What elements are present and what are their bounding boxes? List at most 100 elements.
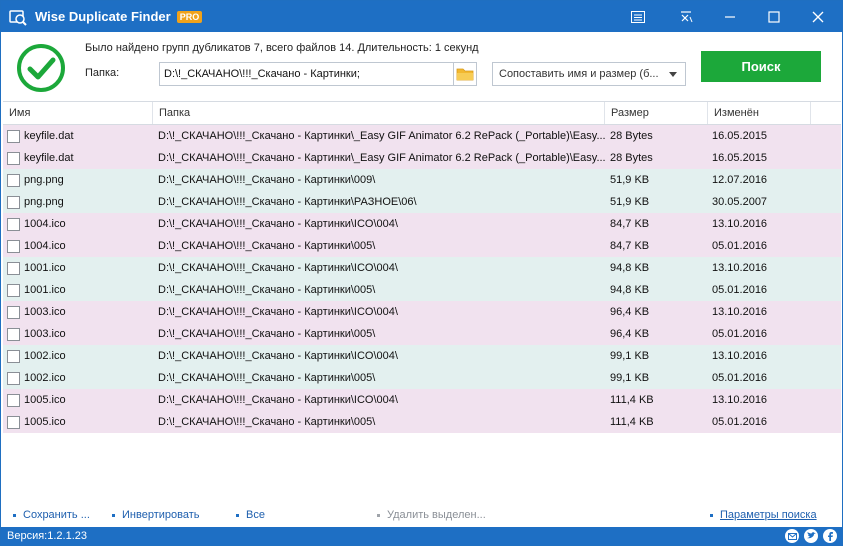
cell-modified: 05.01.2016 [712,284,768,296]
footer-actions: Сохранить ... Инвертировать Все Удалить … [1,506,842,526]
folder-input[interactable] [159,62,454,86]
cell-modified: 13.10.2016 [712,262,768,274]
table-row[interactable]: 1005.ico D:\!_СКАЧАНО\!!!_Скачано - Карти… [3,389,841,411]
row-checkbox[interactable] [7,217,20,231]
row-checkbox[interactable] [7,393,20,407]
file-name: png.png [24,196,64,208]
cell-folder: D:\!_СКАЧАНО\!!!_Скачано - Картинки\005\ [158,328,376,340]
file-name: 1002.ico [24,350,66,362]
cell-name: 1001.ico [3,283,153,297]
match-mode-value: Сопоставить имя и размер (б... [499,68,659,80]
bullet [377,513,380,517]
column-header-folder[interactable]: Папка [153,102,605,124]
cell-modified: 12.07.2016 [712,174,768,186]
cell-folder: D:\!_СКАЧАНО\!!!_Скачано - Картинки\ICO\… [158,394,398,406]
row-checkbox[interactable] [7,371,20,385]
cell-folder: D:\!_СКАЧАНО\!!!_Скачано - Картинки\005\ [158,240,376,252]
cell-modified: 16.05.2015 [712,152,768,164]
cell-folder: D:\!_СКАЧАНО\!!!_Скачано - Картинки\005\ [158,416,376,428]
cell-modified: 05.01.2016 [712,416,768,428]
row-checkbox[interactable] [7,195,20,209]
cell-folder: D:\!_СКАЧАНО\!!!_Скачано - Картинки\005\ [158,284,376,296]
table-row[interactable]: 1005.ico D:\!_СКАЧАНО\!!!_Скачано - Карти… [3,411,841,433]
row-checkbox[interactable] [7,305,20,319]
file-name: 1004.ico [24,218,66,230]
row-checkbox[interactable] [7,151,20,165]
row-checkbox[interactable] [7,349,20,363]
row-checkbox[interactable] [7,415,20,429]
row-checkbox[interactable] [7,283,20,297]
scan-status-text: Было найдено групп дубликатов 7, всего ф… [85,42,479,54]
twitter-icon[interactable] [804,529,818,543]
search-params-link[interactable]: Параметры поиска [710,509,817,521]
row-checkbox[interactable] [7,239,20,253]
table-row[interactable]: keyfile.dat D:\!_СКАЧАНО\!!!_Скачано - Ка… [3,147,841,169]
table-row[interactable]: 1004.ico D:\!_СКАЧАНО\!!!_Скачано - Карти… [3,213,841,235]
chevron-down-icon [669,72,677,77]
save-label: Сохранить ... [23,509,90,521]
facebook-icon[interactable] [823,529,837,543]
cell-name: keyfile.dat [3,129,153,143]
column-header-spacer [811,102,839,124]
table-row[interactable]: 1002.ico D:\!_СКАЧАНО\!!!_Скачано - Карти… [3,345,841,367]
file-name: 1002.ico [24,372,66,384]
cell-folder: D:\!_СКАЧАНО\!!!_Скачано - Картинки\РАЗН… [158,196,417,208]
cell-modified: 16.05.2015 [712,130,768,142]
cell-name: 1001.ico [3,261,153,275]
version-text: Версия:1.2.1.23 [7,530,87,542]
browse-folder-button[interactable] [453,62,477,86]
select-all-label: Все [246,509,265,521]
table-row[interactable]: png.png D:\!_СКАЧАНО\!!!_Скачано - Картин… [3,191,841,213]
cell-name: 1004.ico [3,239,153,253]
column-header-size[interactable]: Размер [605,102,708,124]
checkmark-icon [17,44,65,92]
cell-modified: 30.05.2007 [712,196,768,208]
file-name: 1005.ico [24,394,66,406]
table-row[interactable]: 1002.ico D:\!_СКАЧАНО\!!!_Скачано - Карти… [3,367,841,389]
table-row[interactable]: 1004.ico D:\!_СКАЧАНО\!!!_Скачано - Карти… [3,235,841,257]
match-mode-select[interactable]: Сопоставить имя и размер (б... [492,62,686,86]
maximize-icon [768,10,780,23]
cell-name: png.png [3,173,153,187]
table-body: keyfile.dat D:\!_СКАЧАНО\!!!_Скачано - Ка… [3,125,841,433]
file-name: 1003.ico [24,306,66,318]
table-row[interactable]: 1001.ico D:\!_СКАЧАНО\!!!_Скачано - Карти… [3,279,841,301]
column-header-name[interactable]: Имя [3,102,153,124]
app-title: Wise Duplicate Finder [35,9,171,24]
close-button[interactable] [796,1,840,32]
row-checkbox[interactable] [7,261,20,275]
feedback-button[interactable] [664,1,708,32]
mail-icon[interactable] [785,529,799,543]
cell-size: 51,9 KB [610,174,650,186]
table-row[interactable]: 1001.ico D:\!_СКАЧАНО\!!!_Скачано - Карти… [3,257,841,279]
cell-size: 111,4 KB [610,394,654,406]
invert-button[interactable]: Инвертировать [112,509,199,521]
row-checkbox[interactable] [7,327,20,341]
status-bar: Версия:1.2.1.23 [1,527,842,545]
file-name: keyfile.dat [24,130,74,142]
table-row[interactable]: 1003.ico D:\!_СКАЧАНО\!!!_Скачано - Карти… [3,301,841,323]
table-row[interactable]: 1003.ico D:\!_СКАЧАНО\!!!_Скачано - Карти… [3,323,841,345]
save-button[interactable]: Сохранить ... [13,509,90,521]
maximize-button[interactable] [752,1,796,32]
delete-selected-button[interactable]: Удалить выделен... [377,509,486,521]
cell-modified: 05.01.2016 [712,240,768,252]
minimize-button[interactable] [708,1,752,32]
cell-size: 99,1 KB [610,372,650,384]
cell-size: 28 Bytes [610,130,653,142]
menu-button[interactable] [616,1,660,32]
cell-modified: 05.01.2016 [712,372,768,384]
cell-name: png.png [3,195,153,209]
table-row[interactable]: keyfile.dat D:\!_СКАЧАНО\!!!_Скачано - Ка… [3,125,841,147]
column-header-modified[interactable]: Изменён [708,102,811,124]
row-checkbox[interactable] [7,173,20,187]
table-row[interactable]: png.png D:\!_СКАЧАНО\!!!_Скачано - Картин… [3,169,841,191]
row-checkbox[interactable] [7,129,20,143]
cell-folder: D:\!_СКАЧАНО\!!!_Скачано - Картинки\ICO\… [158,218,398,230]
search-button[interactable]: Поиск [701,51,821,82]
select-all-button[interactable]: Все [236,509,265,521]
folder-label: Папка: [85,67,120,79]
cell-size: 94,8 KB [610,262,650,274]
cell-size: 84,7 KB [610,240,650,252]
cell-name: 1004.ico [3,217,153,231]
